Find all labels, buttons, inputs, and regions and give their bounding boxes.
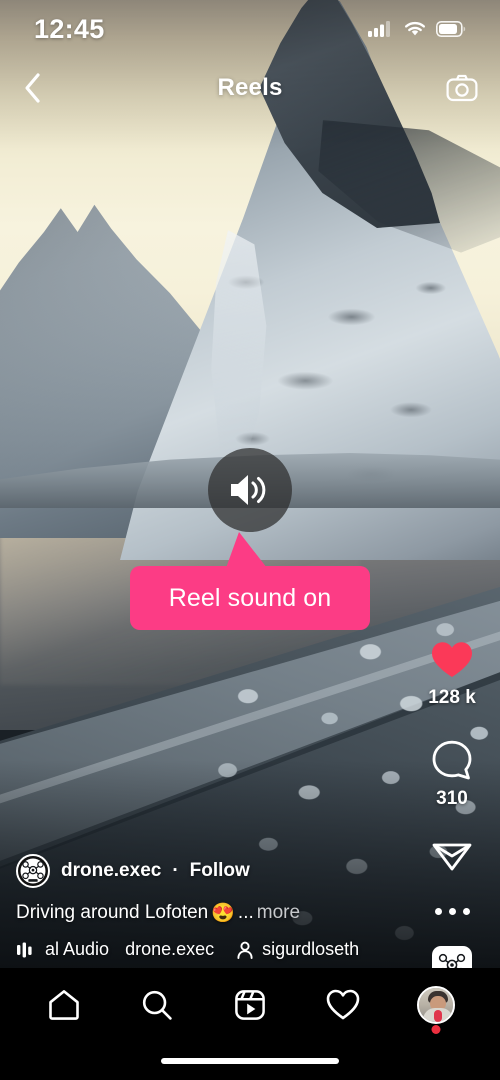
status-bar: 12:45 [0,0,500,58]
comment-bubble-icon [432,740,472,780]
drone-exec-avatar-icon [20,858,46,884]
home-indicator[interactable] [161,1058,339,1064]
battery-icon [436,21,466,37]
avatar-microphone [433,1010,442,1022]
more-dot [462,907,470,915]
caption-emoji: 😍 [211,903,235,924]
sound-toggle-button[interactable] [208,448,292,532]
tagged-username: sigurdloseth [262,939,360,959]
wifi-icon [405,21,425,36]
author-avatar[interactable] [16,854,50,888]
more-options-button[interactable] [434,898,470,924]
camera-icon [446,74,478,102]
callout-box: Reel sound on [130,566,370,630]
tab-home[interactable] [36,977,92,1033]
reels-header: Reels [0,60,500,116]
share-button[interactable] [431,836,473,876]
like-button[interactable]: 128 k [428,640,476,709]
notification-dot [431,1025,441,1034]
callout-label: Reel sound on [168,583,332,612]
instagram-reels-screen: 12:45 Reels Reel sound on 128 k 310 dron… [0,0,500,1080]
search-icon [143,990,172,1020]
back-button[interactable] [22,71,68,105]
share-paper-plane-icon [432,843,472,871]
callout-pointer [226,532,267,568]
audio-bars-icon [17,942,32,957]
person-icon [237,941,253,959]
reel-action-rail: 128 k 310 [418,640,486,986]
caption-ellipsis: ... [237,902,254,923]
tab-activity[interactable] [315,977,371,1033]
page-title: Reels [217,74,283,101]
audio-attribution-row[interactable]: al Audio drone.exec sigurdloseth [16,939,416,960]
follow-button[interactable]: Follow [190,860,250,882]
comment-button[interactable]: 310 [431,739,473,810]
status-icons [368,20,466,38]
reel-caption[interactable]: Driving around Lofoten 😍 ... more [16,901,416,925]
heart-outline-icon [326,989,360,1020]
tab-search[interactable] [129,977,185,1033]
audio-author: drone.exec [125,939,215,959]
camera-button[interactable] [432,74,478,102]
caption-more-button[interactable]: more [257,902,300,924]
like-count: 128 k [428,687,476,708]
audio-marquee: al Audio drone.exec [45,939,214,960]
speaker-on-icon [231,475,266,505]
chevron-left-icon [25,73,40,103]
author-row: drone.exec · Follow [16,854,416,888]
audio-title: al Audio [45,939,110,959]
author-username[interactable]: drone.exec [61,860,161,882]
bottom-tab-bar [0,968,500,1080]
more-dot [434,907,442,915]
tab-profile[interactable] [408,977,464,1034]
comment-count: 310 [436,788,468,809]
reels-icon [235,990,265,1020]
meta-separator: · [172,860,179,881]
sound-callout-tooltip: Reel sound on [130,532,370,630]
cellular-signal-icon [368,21,390,37]
reel-meta: drone.exec · Follow Driving around Lofot… [16,854,416,960]
status-time: 12:45 [34,13,105,44]
caption-text: Driving around Lofoten [16,902,209,923]
more-dot [448,907,456,915]
home-icon [49,990,80,1020]
tab-list [0,968,500,1042]
tab-reels[interactable] [222,977,278,1033]
heart-filled-icon [431,642,472,677]
profile-avatar-icon [416,986,455,1024]
tagged-user[interactable]: sigurdloseth [235,939,359,960]
